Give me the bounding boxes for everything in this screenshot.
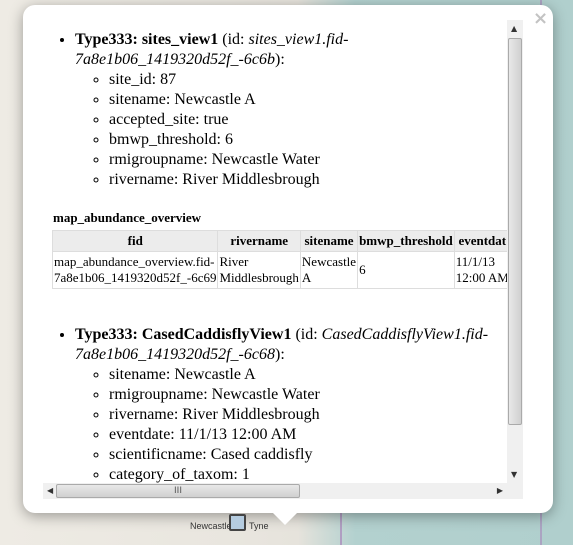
horizontal-scroll-thumb[interactable]: III [56,484,300,498]
feature-type: Type333: sites_view1 [75,31,219,48]
feature-list: Type333: CasedCaddisflyView1 (id: CasedC… [43,325,507,483]
column-header: rivername [217,230,301,252]
cell: River [219,254,249,269]
scroll-up-arrow-icon[interactable]: ▲ [511,24,517,33]
cell: 11/1/13 [455,254,495,269]
cell: Newcastle [301,254,357,269]
feature-list: Type333: sites_view1 (id: sites_view1.fi… [43,30,507,190]
attribute-item: sitename: Newcastle A [109,90,507,110]
attribute-item: scientificname: Cased caddisfly [109,445,507,465]
table-header-row: fid rivername sitename bmwp_threshold ev… [51,230,507,252]
close-icon[interactable]: × [533,8,548,29]
attribute-item: eventdate: 11/1/13 12:00 AM [109,425,507,445]
column-header: eventdat [453,230,507,252]
id-suffix: ): [274,51,285,68]
scrollbar-corner [507,483,523,499]
popup-tip [273,513,297,525]
attribute-item: rmigroupname: Newcastle Water [109,150,507,170]
attribute-item: rmigroupname: Newcastle Water [109,385,507,405]
map-label: Newcastle [190,521,232,531]
column-header: fid [51,230,219,252]
cell: 7a8e1b06_1419320d52f_-6c69 [54,270,217,285]
column-header: sitename [299,230,359,252]
scroll-down-arrow-icon[interactable]: ▼ [511,470,517,479]
column-header: bmwp_threshold [357,230,455,252]
cell: map_abundance_overview.fid- [54,254,215,269]
map-label: Tyne [249,521,269,531]
thumb-grip: III [174,486,182,496]
attribute-item: site_id: 87 [109,70,507,90]
feature-item: Type333: sites_view1 (id: sites_view1.fi… [75,30,507,190]
attribute-item: bmwp_threshold: 6 [109,130,507,150]
feature-type: Type333: CasedCaddisflyView1 [75,326,292,343]
attribute-item: sitename: Newcastle A [109,365,507,385]
horizontal-scrollbar[interactable]: ◀ III ▶ [43,483,507,499]
attribute-item: accepted_site: true [109,110,507,130]
id-prefix: (id: [291,326,322,343]
vertical-scrollbar[interactable]: ▲ ▼ [507,20,523,483]
cell: A [301,270,312,285]
feature-item: Type333: CasedCaddisflyView1 (id: CasedC… [75,325,507,483]
cell: 6 [357,251,455,289]
popup-scroll-area[interactable]: Type333: sites_view1 (id: sites_view1.fi… [43,20,523,499]
id-suffix: ): [274,346,285,363]
cell: 12:00 AM [455,270,507,285]
attribute-item: rivername: River Middlesbrough [109,170,507,190]
scroll-left-arrow-icon[interactable]: ◀ [47,486,53,495]
attribute-item: category_of_taxom: 1 [109,465,507,483]
popup-content: Type333: sites_view1 (id: sites_view1.fi… [43,20,507,483]
attribute-item: rivername: River Middlesbrough [109,405,507,425]
id-prefix: (id: [218,31,249,48]
abundance-table: fid rivername sitename bmwp_threshold ev… [51,230,507,289]
scroll-right-arrow-icon[interactable]: ▶ [497,486,503,495]
table-row: map_abundance_overview.fid- 7a8e1b06_1419… [51,251,507,289]
vertical-scroll-thumb[interactable] [508,38,522,425]
cell: Middlesbrough [219,270,299,285]
table-title: map_abundance_overview [53,210,202,225]
site-marker[interactable] [229,514,246,531]
